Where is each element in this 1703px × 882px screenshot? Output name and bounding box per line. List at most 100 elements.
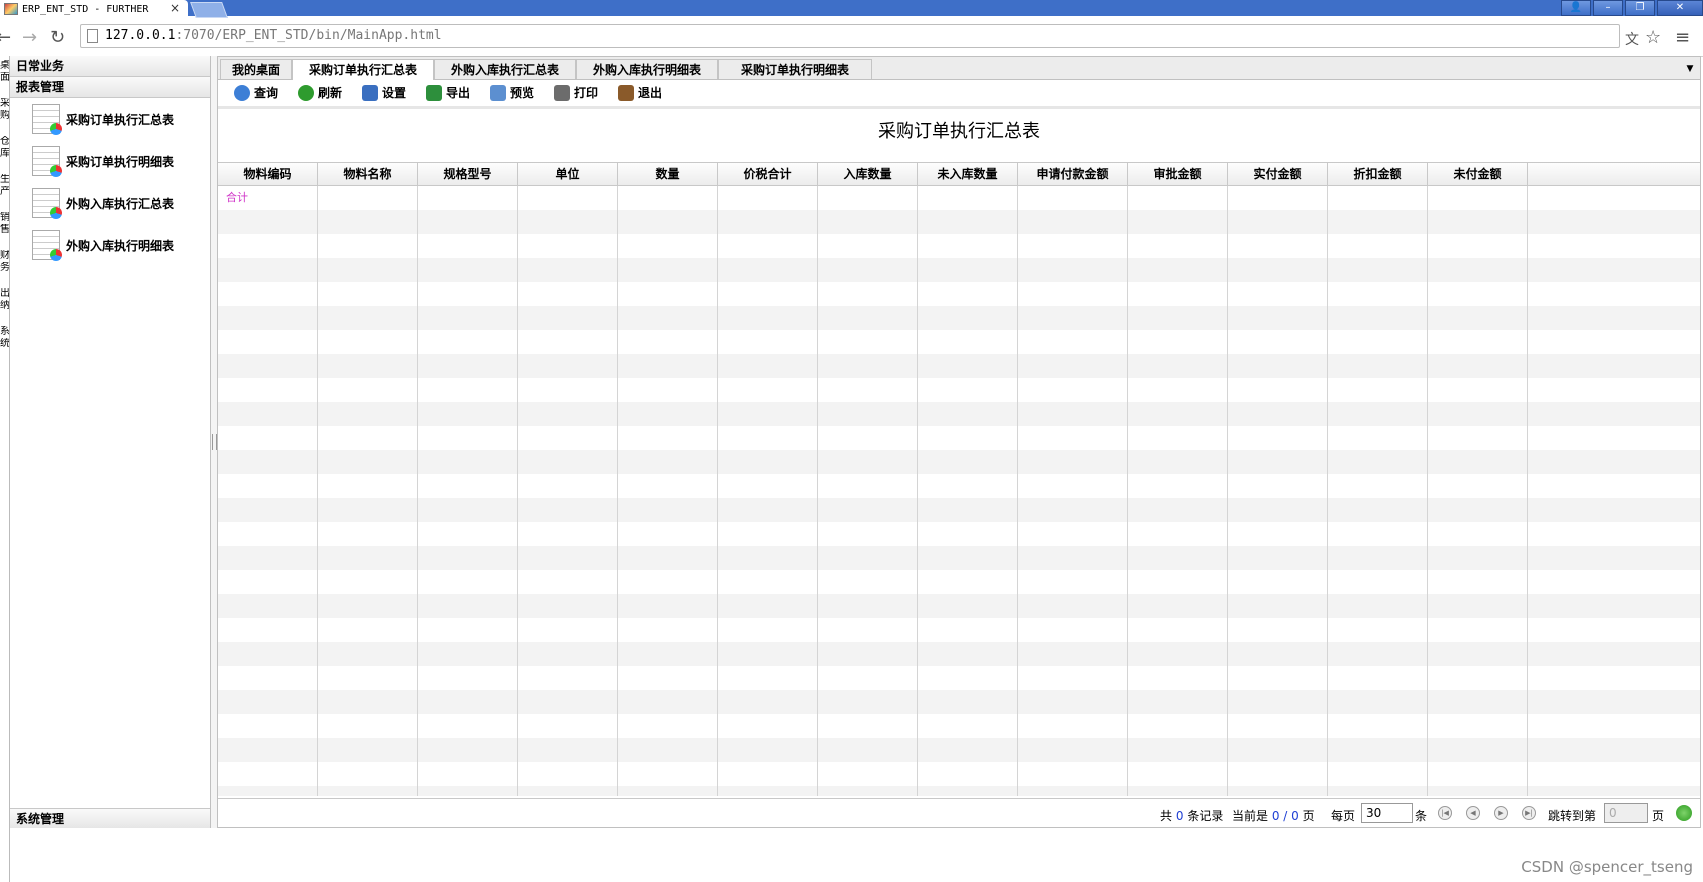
refresh-button[interactable]: 刷新 bbox=[298, 84, 342, 101]
query-button[interactable]: 查询 bbox=[234, 84, 278, 101]
column-header[interactable]: 物料名称 bbox=[318, 163, 418, 185]
sidebar-item-label: 采购订单执行汇总表 bbox=[66, 112, 175, 127]
browser-toolbar: ← → ↻ 127.0.0.1:7070/ERP_ENT_STD/bin/Mai… bbox=[0, 18, 1703, 57]
settings-button[interactable]: 设置 bbox=[362, 84, 406, 101]
column-header[interactable]: 折扣金额 bbox=[1328, 163, 1428, 185]
module-strip-char[interactable]: 财 bbox=[0, 250, 9, 262]
per-page-label: 每页 bbox=[1331, 809, 1356, 823]
export-button[interactable]: 导出 bbox=[426, 84, 470, 101]
browser-tab[interactable]: ERP_ENT_STD - FURTHER × bbox=[0, 0, 188, 18]
sidebar-item-label: 采购订单执行明细表 bbox=[66, 154, 175, 169]
bookmark-star-icon[interactable]: ☆ bbox=[1645, 27, 1661, 48]
column-header[interactable]: 物料编码 bbox=[218, 163, 318, 185]
tab-inbound-summary[interactable]: 外购入库执行汇总表 bbox=[434, 59, 576, 79]
sidebar-section-daily[interactable]: 日常业务 bbox=[10, 56, 210, 77]
tab-list-dropdown-icon[interactable]: ▼ bbox=[1680, 59, 1700, 79]
jump-page-suffix: 页 bbox=[1652, 809, 1665, 823]
column-header[interactable]: 价税合计 bbox=[718, 163, 818, 185]
tab-desktop[interactable]: 我的桌面 bbox=[220, 59, 292, 79]
module-strip-char[interactable]: 产 bbox=[0, 186, 9, 198]
column-header[interactable]: 入库数量 bbox=[818, 163, 918, 185]
last-page-icon[interactable]: ▶| bbox=[1522, 806, 1536, 820]
module-strip-char[interactable]: 系 bbox=[0, 326, 9, 338]
prev-page-icon[interactable]: ◀ bbox=[1466, 806, 1480, 820]
current-page-text: 当前是 0 / 0 页 bbox=[1232, 809, 1315, 823]
report-icon bbox=[32, 188, 62, 219]
first-page-icon[interactable]: |◀ bbox=[1438, 806, 1452, 820]
tab-po-summary[interactable]: 采购订单执行汇总表 bbox=[292, 59, 434, 80]
user-icon[interactable]: 👤 bbox=[1561, 0, 1591, 16]
column-header[interactable]: 审批金额 bbox=[1128, 163, 1228, 185]
forward-arrow-icon[interactable]: → bbox=[22, 27, 37, 48]
jump-page-input[interactable]: 0 bbox=[1604, 803, 1648, 823]
module-strip-char[interactable]: 购 bbox=[0, 110, 9, 122]
sum-row-label: 合计 bbox=[226, 191, 248, 204]
go-arrow-icon[interactable] bbox=[1676, 805, 1692, 821]
sidebar-item-po-summary[interactable]: 采购订单执行汇总表 bbox=[10, 98, 210, 140]
sidebar: 日常业务 报表管理 采购订单执行汇总表 采购订单执行明细表 外购入库执行汇总表 … bbox=[10, 56, 211, 828]
close-tab-icon[interactable]: × bbox=[170, 1, 180, 15]
column-header[interactable]: 未入库数量 bbox=[918, 163, 1018, 185]
export-icon bbox=[426, 84, 442, 101]
grid-column-lines bbox=[218, 186, 1528, 796]
report-toolbar: 查询 刷新 设置 导出 预览 打印 退出 bbox=[218, 80, 1700, 109]
next-page-icon[interactable]: ▶ bbox=[1494, 806, 1508, 820]
app-favicon-icon bbox=[4, 3, 18, 15]
url-text: 127.0.0.1:7070/ERP_ENT_STD/bin/MainApp.h… bbox=[105, 28, 442, 43]
sidebar-item-inbound-summary[interactable]: 外购入库执行汇总表 bbox=[10, 182, 210, 224]
report-icon bbox=[32, 104, 62, 135]
column-header[interactable]: 未付金额 bbox=[1428, 163, 1528, 185]
per-page-stepper[interactable]: 30 bbox=[1361, 803, 1413, 823]
column-header[interactable]: 实付金额 bbox=[1228, 163, 1328, 185]
module-strip-char[interactable]: 仓 bbox=[0, 136, 9, 148]
column-header[interactable]: 数量 bbox=[618, 163, 718, 185]
new-tab-button[interactable] bbox=[190, 2, 228, 18]
sidebar-item-label: 外购入库执行汇总表 bbox=[66, 196, 175, 211]
report-grid: 物料编码 物料名称 规格型号 单位 数量 价税合计 入库数量 未入库数量 申请付… bbox=[218, 162, 1700, 796]
module-strip-char[interactable]: 销 bbox=[0, 212, 9, 224]
pagination-bar: 共 0 条记录 当前是 0 / 0 页 每页 30 条 |◀ ◀ ▶ ▶| 跳转… bbox=[218, 798, 1700, 827]
table-settings-icon bbox=[362, 84, 378, 101]
printer-icon bbox=[554, 84, 570, 101]
exit-door-icon bbox=[618, 84, 634, 101]
module-strip: 桌 面 采 购 仓 库 生 产 销 售 财 务 出 纳 系 统 bbox=[0, 56, 10, 882]
module-strip-char[interactable]: 生 bbox=[0, 174, 9, 186]
address-bar[interactable]: 127.0.0.1:7070/ERP_ENT_STD/bin/MainApp.h… bbox=[80, 24, 1620, 48]
sidebar-item-inbound-detail[interactable]: 外购入库执行明细表 bbox=[10, 224, 210, 266]
module-strip-char[interactable]: 桌 bbox=[0, 60, 9, 72]
tab-inbound-detail[interactable]: 外购入库执行明细表 bbox=[576, 59, 718, 79]
module-strip-char[interactable]: 纳 bbox=[0, 300, 9, 312]
module-strip-char[interactable]: 售 bbox=[0, 224, 9, 236]
grid-header: 物料编码 物料名称 规格型号 单位 数量 价税合计 入库数量 未入库数量 申请付… bbox=[218, 162, 1700, 186]
report-title: 采购订单执行汇总表 bbox=[878, 121, 1040, 142]
restore-button[interactable]: ❐ bbox=[1625, 0, 1655, 16]
module-strip-char[interactable]: 统 bbox=[0, 338, 9, 350]
column-header[interactable]: 规格型号 bbox=[418, 163, 518, 185]
module-strip-char[interactable]: 面 bbox=[0, 72, 9, 84]
column-header[interactable]: 单位 bbox=[518, 163, 618, 185]
report-icon bbox=[32, 146, 62, 177]
grid-body[interactable]: 合计 bbox=[218, 186, 1700, 796]
module-strip-char[interactable]: 出 bbox=[0, 288, 9, 300]
translate-icon[interactable]: 文 bbox=[1625, 29, 1639, 49]
back-arrow-icon[interactable]: ← bbox=[0, 27, 11, 48]
reload-icon[interactable]: ↻ bbox=[50, 27, 65, 48]
minimize-button[interactable]: – bbox=[1593, 0, 1623, 16]
sidebar-section-system[interactable]: 系统管理 bbox=[10, 808, 210, 828]
module-strip-char[interactable]: 采 bbox=[0, 98, 9, 110]
search-icon bbox=[234, 84, 250, 101]
tab-po-detail[interactable]: 采购订单执行明细表 bbox=[718, 59, 872, 79]
sidebar-section-reports[interactable]: 报表管理 bbox=[10, 77, 210, 98]
sidebar-item-label: 外购入库执行明细表 bbox=[66, 238, 175, 253]
close-window-button[interactable]: ✕ bbox=[1657, 0, 1703, 16]
module-strip-char[interactable]: 库 bbox=[0, 148, 9, 160]
exit-button[interactable]: 退出 bbox=[618, 84, 662, 101]
refresh-icon bbox=[298, 84, 314, 101]
sidebar-item-po-detail[interactable]: 采购订单执行明细表 bbox=[10, 140, 210, 182]
column-header[interactable]: 申请付款金额 bbox=[1018, 163, 1128, 185]
browser-menu-icon[interactable]: ≡ bbox=[1675, 27, 1690, 48]
page-tab-bar: 我的桌面 采购订单执行汇总表 外购入库执行汇总表 外购入库执行明细表 采购订单执… bbox=[218, 57, 1700, 80]
module-strip-char[interactable]: 务 bbox=[0, 262, 9, 274]
preview-button[interactable]: 预览 bbox=[490, 84, 534, 101]
print-button[interactable]: 打印 bbox=[554, 84, 598, 101]
